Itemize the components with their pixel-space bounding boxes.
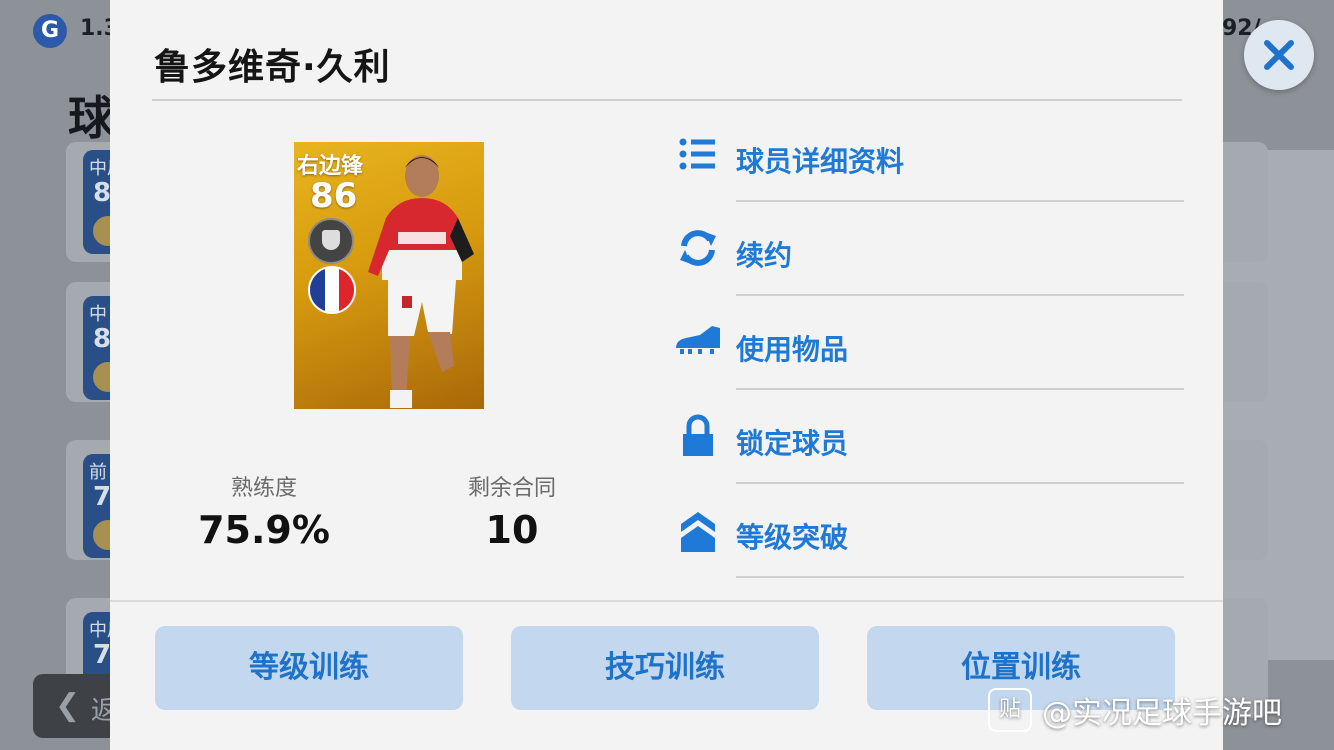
menu-label: 等级突破 <box>736 521 849 554</box>
menu-level-breakthrough[interactable]: 等级突破 <box>666 484 1184 578</box>
contract-stat: 剩余合同 10 <box>412 470 612 552</box>
tieba-logo-icon: 贴 <box>988 688 1032 732</box>
background-title: 球 <box>68 91 114 145</box>
player-card: 右边锋 86 <box>294 142 484 409</box>
chip-value: 8 <box>93 324 112 354</box>
close-icon <box>1264 40 1294 70</box>
list-icon <box>679 138 715 170</box>
menu-renew-contract[interactable]: 续约 <box>666 202 1184 296</box>
chip-value: 8 <box>93 178 112 208</box>
chip-position: 中 <box>89 304 107 325</box>
france-flag-icon <box>308 266 356 314</box>
proficiency-stat: 熟练度 75.9% <box>164 470 364 552</box>
lock-icon <box>683 414 713 456</box>
proficiency-label: 熟练度 <box>230 476 297 501</box>
chip-position: 前 <box>89 462 107 483</box>
chip-value: 7 <box>93 640 112 670</box>
menu-lock-player[interactable]: 锁定球员 <box>666 390 1184 484</box>
close-button[interactable] <box>1244 20 1314 90</box>
proficiency-value: 75.9% <box>198 508 330 552</box>
contract-value: 10 <box>485 508 539 552</box>
skill-training-button[interactable]: 技巧训练 <box>511 626 819 710</box>
chevron-left-icon: ❮ <box>55 688 81 723</box>
menu-label: 使用物品 <box>736 333 849 366</box>
footer-divider <box>110 600 1223 602</box>
menu-use-items[interactable]: 使用物品 <box>666 296 1184 390</box>
level-training-button[interactable]: 等级训练 <box>155 626 463 710</box>
menu-label: 续约 <box>736 239 793 272</box>
level-up-icon <box>681 512 715 552</box>
chip-value: 7 <box>93 482 112 512</box>
card-rating: 86 <box>310 176 358 216</box>
contract-label: 剩余合同 <box>467 476 556 501</box>
menu-label: 球员详细资料 <box>736 145 905 178</box>
watermark: 贴 @实况足球手游吧 <box>988 688 1282 732</box>
menu-divider <box>736 576 1184 578</box>
menu-label: 锁定球员 <box>736 427 849 460</box>
menu-player-details[interactable]: 球员详细资料 <box>666 108 1184 202</box>
player-options-dialog: 鲁多维奇·久利 右边锋 86 熟练度 75.9% 剩余合同 10 球员详细资料 … <box>110 0 1223 750</box>
club-badge-icon <box>308 218 354 264</box>
watermark-text: @实况足球手游吧 <box>1042 696 1282 731</box>
g-logo: G <box>33 14 67 48</box>
player-photo <box>368 155 474 408</box>
title-divider <box>152 99 1182 101</box>
boot-icon <box>676 326 720 354</box>
player-name-title: 鲁多维奇·久利 <box>154 47 391 88</box>
refresh-icon <box>680 230 716 266</box>
